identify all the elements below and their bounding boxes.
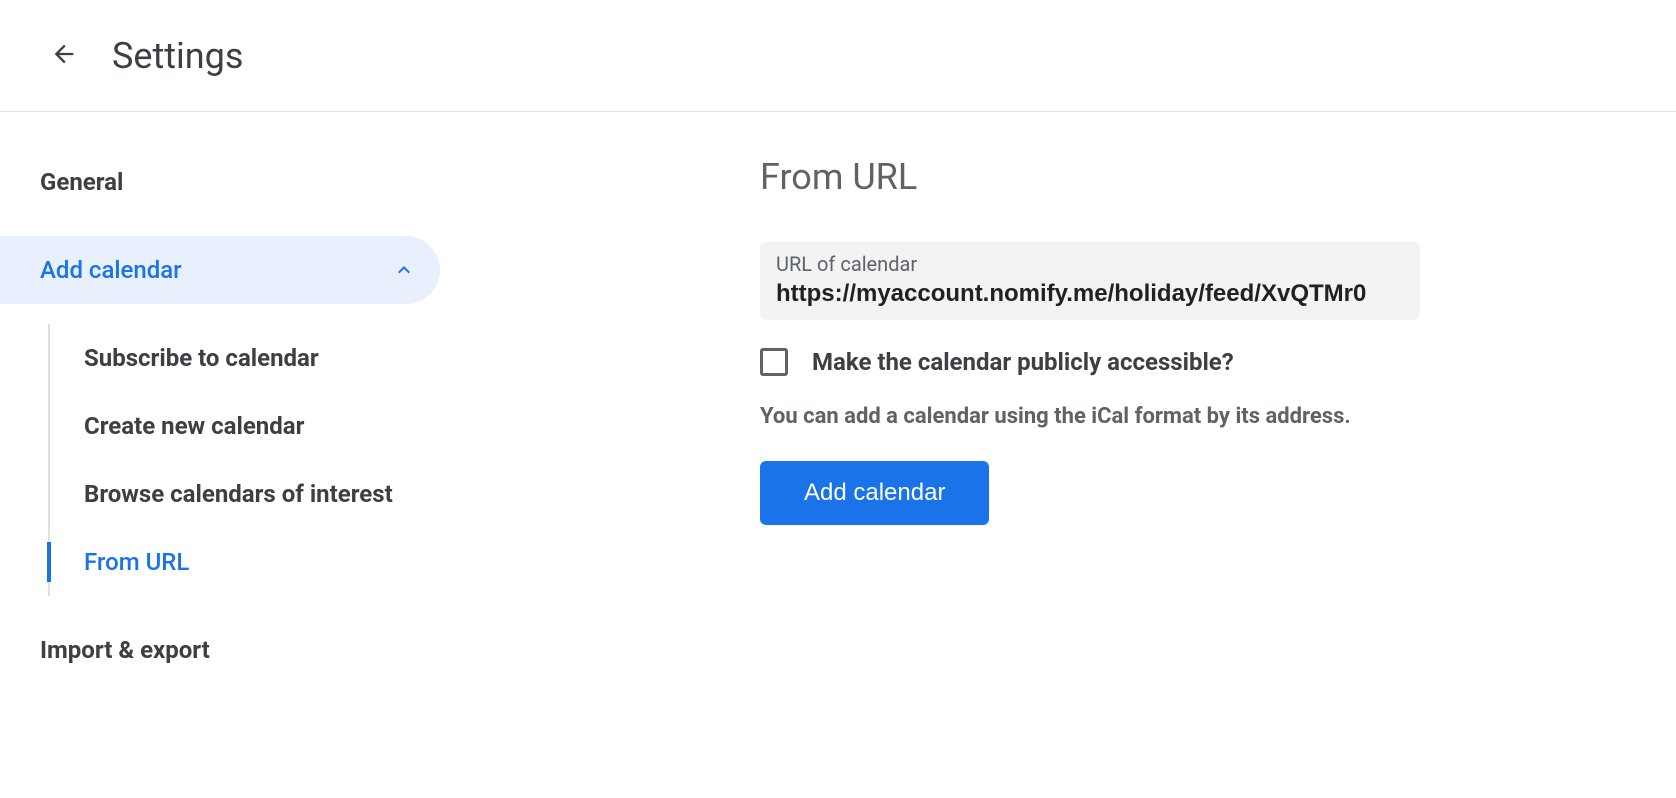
sidebar-item-subscribe[interactable]: Subscribe to calendar xyxy=(48,324,440,392)
help-text: You can add a calendar using the iCal fo… xyxy=(760,404,1616,429)
sidebar-item-from-url[interactable]: From URL xyxy=(48,528,440,596)
add-calendar-subitems: Subscribe to calendar Create new calenda… xyxy=(0,324,440,596)
url-input[interactable] xyxy=(776,280,1404,308)
public-checkbox[interactable] xyxy=(760,348,788,376)
public-checkbox-row: Make the calendar publicly accessible? xyxy=(760,348,1616,376)
sidebar-item-browse[interactable]: Browse calendars of interest xyxy=(48,460,440,528)
back-button[interactable] xyxy=(40,32,88,80)
sidebar-item-general[interactable]: General xyxy=(0,156,440,208)
page-title: Settings xyxy=(112,35,243,77)
arrow-left-icon xyxy=(50,40,78,72)
add-calendar-button[interactable]: Add calendar xyxy=(760,461,989,525)
content-area: General Add calendar Subscribe to calend… xyxy=(0,112,1676,704)
chevron-up-icon xyxy=(392,258,416,282)
url-input-label: URL of calendar xyxy=(776,252,1404,276)
sidebar-item-import-export[interactable]: Import & export xyxy=(0,624,440,676)
section-title: From URL xyxy=(760,156,1616,198)
url-input-group[interactable]: URL of calendar xyxy=(760,242,1420,320)
sidebar-item-create-new[interactable]: Create new calendar xyxy=(48,392,440,460)
main-panel: From URL URL of calendar Make the calend… xyxy=(440,156,1676,704)
sidebar-item-add-calendar[interactable]: Add calendar xyxy=(0,236,440,304)
sidebar-item-label: Add calendar xyxy=(40,256,182,284)
settings-header: Settings xyxy=(0,0,1676,112)
public-checkbox-label: Make the calendar publicly accessible? xyxy=(812,348,1234,376)
settings-sidebar: General Add calendar Subscribe to calend… xyxy=(0,156,440,704)
